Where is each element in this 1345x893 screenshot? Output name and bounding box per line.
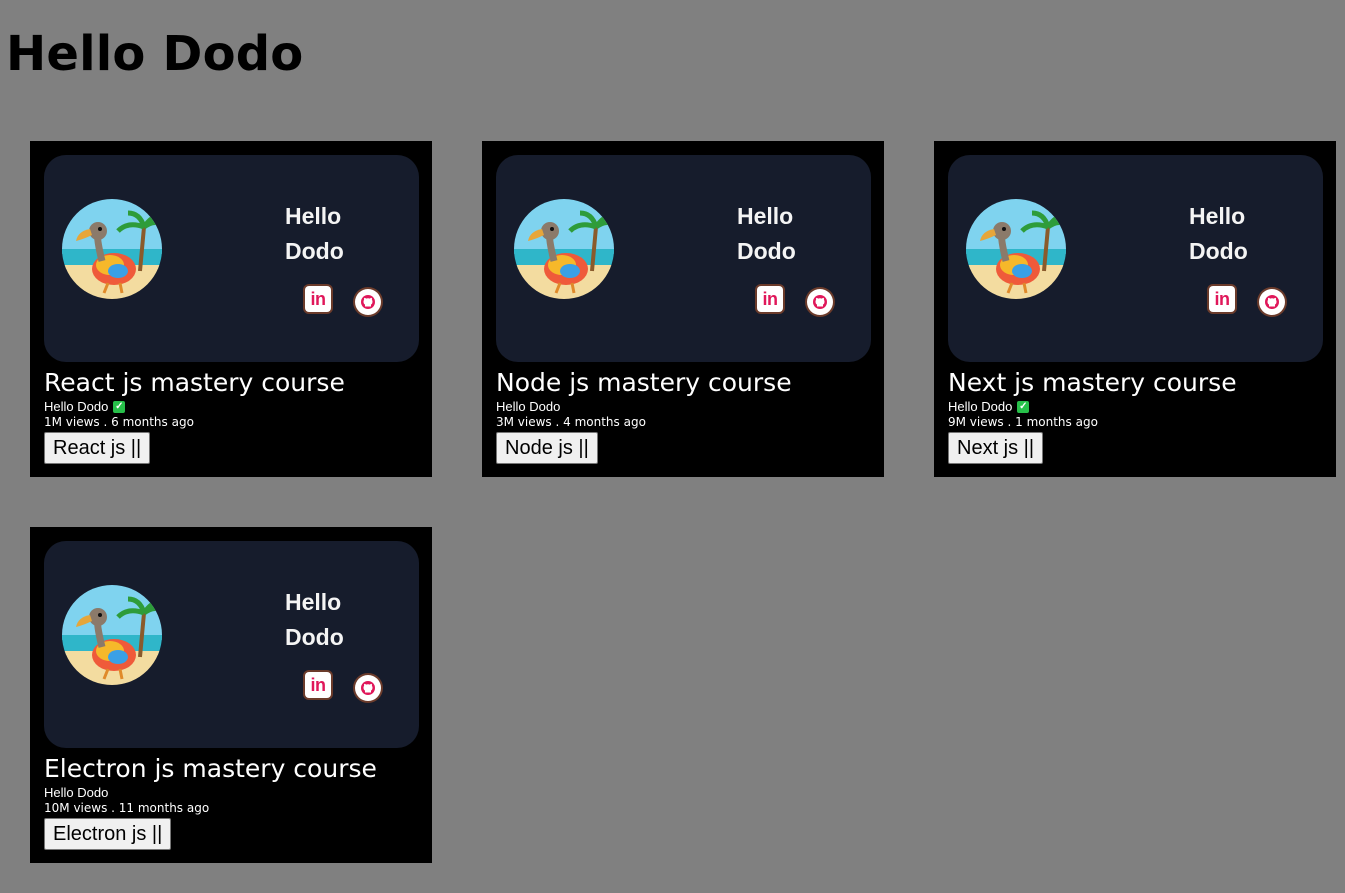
card-thumbnail[interactable]: Hello Dodo in [496, 155, 871, 362]
thumbnail-name-line1: Hello [737, 203, 794, 229]
video-meta: 1M views . 6 months ago [44, 415, 194, 429]
course-button[interactable]: React js || [44, 432, 151, 464]
github-icon[interactable] [355, 289, 381, 315]
linkedin-icon[interactable]: in [305, 286, 331, 312]
linkedin-icon-glyph: in [310, 675, 327, 695]
dodo-avatar-icon [62, 585, 162, 685]
verified-check-icon: ✓ [1017, 400, 1030, 413]
github-icon[interactable] [1259, 289, 1285, 315]
github-icon[interactable] [355, 675, 381, 701]
channel-name-text: Hello Dodo [44, 785, 109, 800]
channel-name-text: Hello Dodo [496, 399, 561, 414]
card-title[interactable]: Electron js mastery course [44, 753, 377, 785]
dodo-avatar-icon [966, 199, 1066, 299]
card-thumbnail[interactable]: Hello Dodo in [44, 155, 419, 362]
linkedin-icon[interactable]: in [1209, 286, 1235, 312]
card-thumbnail[interactable]: Hello Dodo in [948, 155, 1323, 362]
github-icon[interactable] [807, 289, 833, 315]
verified-check-icon: ✓ [113, 400, 126, 413]
channel-name[interactable]: Hello Dodo ✓ [44, 399, 126, 414]
channel-name-text: Hello Dodo [948, 399, 1013, 414]
thumbnail-name-line2: Dodo [285, 238, 344, 264]
video-meta: 3M views . 4 months ago [496, 415, 646, 429]
thumbnail-name-line2: Dodo [1189, 238, 1248, 264]
thumbnail-name-line2: Dodo [285, 624, 344, 650]
linkedin-icon[interactable]: in [757, 286, 783, 312]
linkedin-icon-glyph: in [1214, 289, 1231, 309]
thumbnail-name: Hello Dodo [737, 199, 857, 269]
card-title[interactable]: React js mastery course [44, 367, 345, 399]
course-button[interactable]: Node js || [496, 432, 598, 464]
channel-name[interactable]: Hello Dodo ✓ [948, 399, 1030, 414]
linkedin-icon-glyph: in [762, 289, 779, 309]
channel-name[interactable]: Hello Dodo [44, 785, 108, 800]
thumbnail-name: Hello Dodo [1189, 199, 1309, 269]
page-title: Hello Dodo [6, 26, 304, 82]
card-title[interactable]: Next js mastery course [948, 367, 1237, 399]
video-meta: 10M views . 11 months ago [44, 801, 210, 815]
course-card-node[interactable]: Hello Dodo in Node js mastery course Hel… [482, 141, 884, 477]
linkedin-icon-glyph: in [310, 289, 327, 309]
card-thumbnail[interactable]: Hello Dodo in [44, 541, 419, 748]
channel-name-text: Hello Dodo [44, 399, 109, 414]
card-title[interactable]: Node js mastery course [496, 367, 792, 399]
course-card-electron[interactable]: Hello Dodo in Electron js mastery course… [30, 527, 432, 863]
course-button[interactable]: Electron js || [44, 818, 172, 850]
thumbnail-name-line1: Hello [1189, 203, 1246, 229]
thumbnail-name: Hello Dodo [285, 199, 405, 269]
video-meta: 9M views . 1 months ago [948, 415, 1098, 429]
thumbnail-name-line1: Hello [285, 203, 342, 229]
dodo-avatar-icon [62, 199, 162, 299]
thumbnail-name: Hello Dodo [285, 585, 405, 655]
dodo-avatar-icon [514, 199, 614, 299]
linkedin-icon[interactable]: in [305, 672, 331, 698]
thumbnail-name-line2: Dodo [737, 238, 796, 264]
course-card-react[interactable]: Hello Dodo in React js mastery course He… [30, 141, 432, 477]
course-card-next[interactable]: Hello Dodo in Next js mastery course Hel… [934, 141, 1336, 477]
course-button[interactable]: Next js || [948, 432, 1044, 464]
thumbnail-name-line1: Hello [285, 589, 342, 615]
channel-name[interactable]: Hello Dodo [496, 399, 560, 414]
